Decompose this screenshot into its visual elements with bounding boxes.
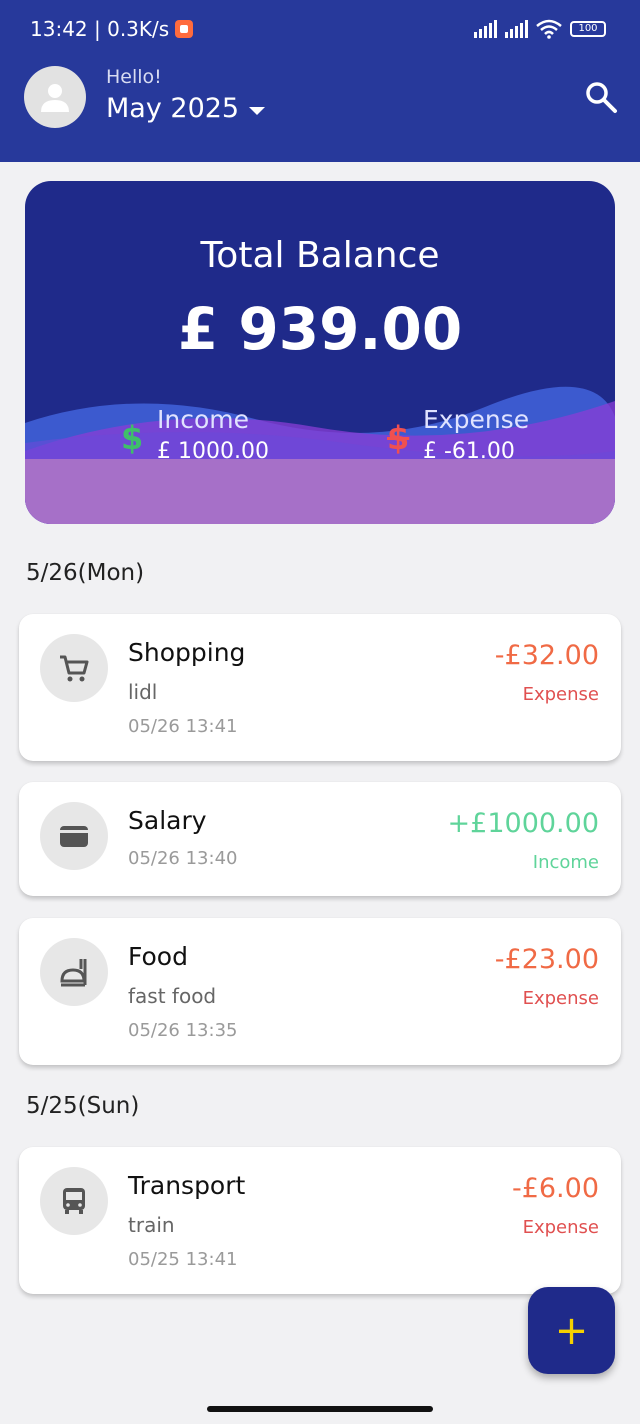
balance-title: Total Balance [200,235,440,276]
signal-icon [474,20,497,38]
avatar[interactable] [24,66,86,128]
transaction-amount: -£23.00 [494,944,599,975]
balance-amount: £ 939.00 [177,295,463,363]
add-transaction-button[interactable]: + [528,1287,615,1374]
transaction-title: Shopping [128,638,246,667]
income-value: £ 1000.00 [157,439,269,464]
expense-label: Expense [423,405,530,434]
status-bar-right: 100 [474,16,606,42]
transaction-note: lidl [128,680,158,704]
transaction-amount: -£6.00 [511,1173,599,1204]
expense-dollar-icon: $ [387,419,410,457]
user-icon [41,84,69,112]
plus-icon: + [554,1307,589,1354]
income-dollar-icon: $ [121,419,144,457]
transaction-amount: -£32.00 [494,640,599,671]
transaction-type: Expense [522,1217,599,1238]
signal-icon-2 [505,20,528,38]
transaction-note: train [128,1213,175,1237]
battery-icon: 100 [570,21,606,37]
transaction-time: 05/26 13:35 [128,1020,238,1041]
app-header: 13:42 | 0.3K/s 100 Hello! May 2025 [0,0,640,162]
balance-card: Total Balance £ 939.00 $ Income £ 1000.0… [25,181,615,524]
food-icon [40,938,108,1006]
greeting: Hello! [106,66,162,88]
transaction-title: Salary [128,806,207,835]
caret-down-icon [249,106,266,115]
transaction-title: Food [128,942,188,971]
transaction-title: Transport [128,1171,246,1200]
transaction-type: Expense [522,988,599,1009]
transaction-note: fast food [128,984,217,1008]
cart-icon [40,634,108,702]
transaction-type: Expense [522,684,599,705]
transaction-card[interactable]: Food fast food 05/26 13:35 -£23.00 Expen… [19,918,621,1065]
search-icon[interactable] [584,80,618,114]
transaction-amount: +£1000.00 [447,808,599,839]
transaction-time: 05/26 13:40 [128,848,238,869]
date-header: 5/25(Sun) [26,1093,140,1119]
transaction-card[interactable]: Salary 05/26 13:40 +£1000.00 Income [19,782,621,896]
wifi-icon [536,19,562,39]
transaction-type: Income [532,852,599,873]
status-time: 13:42 | 0.3K/s [30,17,170,41]
expense-value: £ -61.00 [423,439,515,464]
transaction-time: 05/26 13:41 [128,716,238,737]
status-bar-left: 13:42 | 0.3K/s [30,16,194,42]
month-label: May 2025 [106,93,240,124]
transaction-card[interactable]: Shopping lidl 05/26 13:41 -£32.00 Expens… [19,614,621,761]
wallet-icon [40,802,108,870]
home-indicator[interactable] [207,1406,433,1412]
transaction-card[interactable]: Transport train 05/25 13:41 -£6.00 Expen… [19,1147,621,1294]
transaction-time: 05/25 13:41 [128,1249,238,1270]
month-selector[interactable]: May 2025 [106,93,266,124]
income-label: Income [157,405,249,434]
bus-icon [40,1167,108,1235]
date-header: 5/26(Mon) [26,560,145,586]
screen-record-icon [175,20,194,38]
